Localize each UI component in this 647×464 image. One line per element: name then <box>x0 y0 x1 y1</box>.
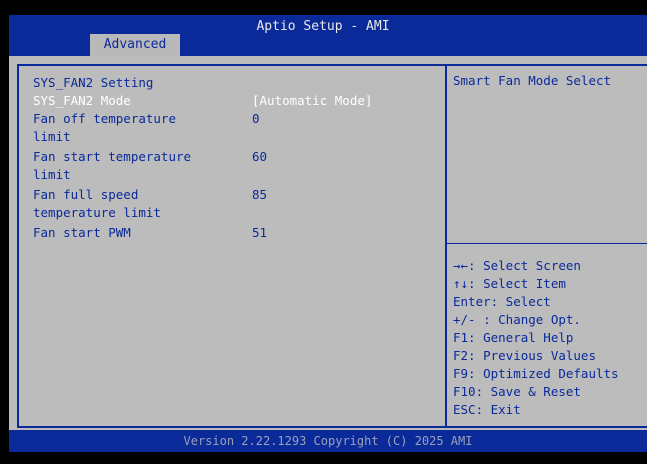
help-text: Smart Fan Mode Select <box>453 73 612 88</box>
key-hint-select-item: ↑↓: Select Item <box>453 276 566 291</box>
setting-label-fan-start-temperature-cont[interactable]: limit <box>33 166 71 184</box>
key-hint-previous-values: F2: Previous Values <box>453 348 596 363</box>
setting-label-fan-start-temperature[interactable]: Fan start temperature <box>33 148 191 166</box>
setting-label-fan-off-temperature[interactable]: Fan off temperature <box>33 110 176 128</box>
key-legend: →←: Select Screen ↑↓: Select Item Enter:… <box>453 257 619 419</box>
help-divider <box>447 243 647 244</box>
setting-label-fan-off-temperature-cont[interactable]: limit <box>33 128 71 146</box>
key-hint-save-reset: F10: Save & Reset <box>453 384 581 399</box>
key-hint-enter: Enter: Select <box>453 294 551 309</box>
tab-advanced[interactable]: Advanced <box>90 34 180 56</box>
key-hint-change-opt: +/- : Change Opt. <box>453 312 581 327</box>
bios-screen: Aptio Setup - AMI Advanced SYS_FAN2 Sett… <box>0 0 647 464</box>
setting-label-fan-full-speed-cont[interactable]: temperature limit <box>33 204 161 222</box>
setting-value-sys-fan2-mode[interactable]: [Automatic Mode] <box>252 92 372 110</box>
key-hint-general-help: F1: General Help <box>453 330 574 345</box>
setting-label-fan-full-speed[interactable]: Fan full speed <box>33 186 138 204</box>
title-bar: Aptio Setup - AMI Advanced <box>9 15 647 56</box>
setting-label-sys-fan2-mode[interactable]: SYS_FAN2 Mode <box>33 92 131 110</box>
key-hint-exit: ESC: Exit <box>453 402 521 417</box>
setting-value-fan-start-pwm[interactable]: 51 <box>252 224 267 242</box>
settings-panel: SYS_FAN2 Setting SYS_FAN2 Mode [Automati… <box>17 64 447 428</box>
help-panel: Smart Fan Mode Select →←: Select Screen … <box>445 64 647 428</box>
app-title: Aptio Setup - AMI <box>256 19 390 34</box>
setting-value-fan-full-speed[interactable]: 85 <box>252 186 267 204</box>
key-hint-optimized-defaults: F9: Optimized Defaults <box>453 366 619 381</box>
setting-value-fan-start-temperature[interactable]: 60 <box>252 148 267 166</box>
section-title: SYS_FAN2 Setting <box>33 75 154 90</box>
setting-value-fan-off-temperature[interactable]: 0 <box>252 110 260 128</box>
version-footer: Version 2.22.1293 Copyright (C) 2025 AMI <box>9 430 647 452</box>
setting-label-fan-start-pwm[interactable]: Fan start PWM <box>33 224 131 242</box>
key-hint-select-screen: →←: Select Screen <box>453 258 581 273</box>
content-area: SYS_FAN2 Setting SYS_FAN2 Mode [Automati… <box>9 56 647 430</box>
